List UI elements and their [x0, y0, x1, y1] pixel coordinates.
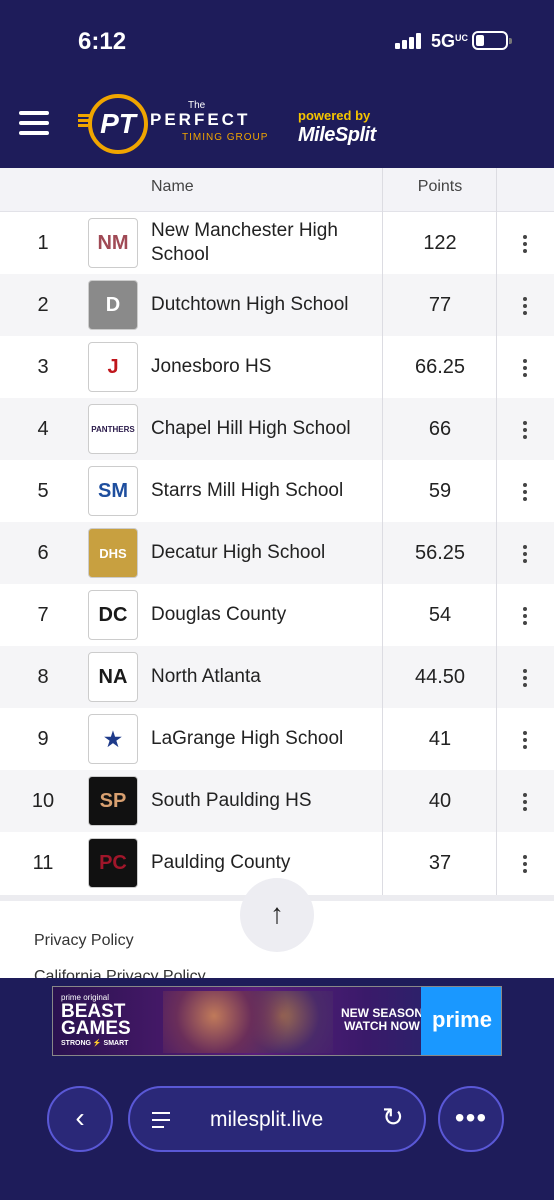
rank: 1: [37, 232, 49, 254]
table-row[interactable]: 6 DHS Decatur High School 56.25: [0, 522, 554, 584]
row-options-icon[interactable]: [515, 235, 535, 253]
team-logo-icon: J: [88, 342, 138, 392]
network-label: 5GUC: [431, 31, 469, 51]
team-logo-icon: PANTHERS: [88, 404, 138, 454]
battery-icon: [472, 31, 512, 50]
column-divider: [496, 168, 497, 895]
team-name[interactable]: Starrs Mill High School: [151, 460, 376, 522]
row-options-icon[interactable]: [515, 731, 535, 749]
table-row[interactable]: 10 SP South Paulding HS 40: [0, 770, 554, 832]
team-points: 66.25: [414, 356, 466, 378]
more-options-button[interactable]: •••: [438, 1086, 504, 1152]
team-points: 40: [428, 790, 452, 812]
pt-logo-mark: PT: [88, 94, 148, 154]
row-options-icon[interactable]: [515, 793, 535, 811]
rank: 2: [37, 294, 49, 316]
table-row[interactable]: 1 NM New Manchester High School 122: [0, 212, 554, 274]
row-options-icon[interactable]: [515, 297, 535, 315]
back-button[interactable]: ‹: [47, 1086, 113, 1152]
logo-perfect: PERFECT: [150, 110, 251, 129]
column-divider: [382, 168, 383, 895]
team-name[interactable]: Dutchtown High School: [151, 274, 376, 336]
rank: 4: [37, 418, 49, 440]
team-name[interactable]: Jonesboro HS: [151, 336, 376, 398]
rank: 8: [37, 666, 49, 688]
ad-image: [163, 991, 333, 1053]
column-header-name[interactable]: Name: [151, 178, 194, 196]
status-time: 6:12: [78, 28, 127, 55]
team-name[interactable]: Douglas County: [151, 584, 376, 646]
row-options-icon[interactable]: [515, 855, 535, 873]
team-points: 54: [428, 604, 452, 626]
table-row[interactable]: 4 PANTHERS Chapel Hill High School 66: [0, 398, 554, 460]
table-header: Name Points: [0, 168, 554, 212]
reload-icon[interactable]: ↻: [382, 1102, 404, 1133]
page-menu-icon[interactable]: [152, 1110, 172, 1130]
rank: 5: [37, 480, 49, 502]
team-logo-icon: SM: [88, 466, 138, 516]
team-name[interactable]: LaGrange High School: [151, 708, 376, 770]
row-options-icon[interactable]: [515, 483, 535, 501]
perfect-timing-group-logo[interactable]: PT The PERFECT TIMING GROUP: [78, 94, 278, 158]
rank: 3: [37, 356, 49, 378]
team-logo-icon: DC: [88, 590, 138, 640]
scroll-to-top-button[interactable]: ↑: [240, 878, 314, 952]
row-options-icon[interactable]: [515, 545, 535, 563]
team-name[interactable]: Chapel Hill High School: [151, 398, 376, 460]
privacy-policy-link[interactable]: Privacy Policy: [34, 932, 134, 950]
team-points: 59: [428, 480, 452, 502]
team-points: 122: [423, 232, 457, 254]
row-options-icon[interactable]: [515, 359, 535, 377]
ad-new-season: NEW SEASON WATCH NOW: [341, 1006, 424, 1033]
row-options-icon[interactable]: [515, 607, 535, 625]
team-logo-icon: DHS: [88, 528, 138, 578]
table-row[interactable]: 9 ★ LaGrange High School 41: [0, 708, 554, 770]
rank: 11: [32, 852, 54, 874]
table-row[interactable]: 3 J Jonesboro HS 66.25: [0, 336, 554, 398]
column-header-points[interactable]: Points: [383, 178, 497, 196]
team-logo-icon: NM: [88, 218, 138, 268]
logo-timing-group: TIMING GROUP: [182, 132, 269, 143]
team-logo-icon: ★: [88, 714, 138, 764]
milesplit-logo[interactable]: MileSplit: [298, 124, 376, 147]
ad-prime-logo: prime: [421, 987, 501, 1055]
signal-icon: [395, 33, 423, 49]
row-options-icon[interactable]: [515, 669, 535, 687]
team-logo-icon: NA: [88, 652, 138, 702]
team-points: 77: [428, 294, 452, 316]
browser-toolbar: ‹ milesplit.live ↻ •••: [0, 1066, 554, 1200]
team-points: 66: [428, 418, 452, 440]
rank: 9: [37, 728, 49, 750]
powered-by-label: powered by: [298, 108, 371, 123]
rank: 7: [37, 604, 49, 626]
ad-tagline: STRONG ⚡ SMART: [61, 1040, 129, 1047]
team-name[interactable]: South Paulding HS: [151, 770, 376, 832]
team-points: 37: [428, 852, 452, 874]
rank: 6: [37, 542, 49, 564]
row-options-icon[interactable]: [515, 421, 535, 439]
team-points: 41: [428, 728, 452, 750]
table-row[interactable]: 2 D Dutchtown High School 77: [0, 274, 554, 336]
menu-icon[interactable]: [19, 111, 49, 135]
url-text: milesplit.live: [210, 1108, 324, 1131]
team-points: 44.50: [414, 666, 466, 688]
team-name[interactable]: New Manchester High School: [151, 212, 376, 274]
site-header: PT The PERFECT TIMING GROUP powered by M…: [0, 80, 554, 168]
address-bar[interactable]: milesplit.live ↻: [128, 1086, 426, 1152]
team-name[interactable]: North Atlanta: [151, 646, 376, 708]
rank: 10: [31, 790, 55, 812]
table-row[interactable]: 7 DC Douglas County 54: [0, 584, 554, 646]
team-logo-icon: PC: [88, 838, 138, 888]
ad-beast-games: BEAST GAMES: [61, 1001, 131, 1039]
status-bar: 6:12 5GUC: [0, 0, 554, 80]
team-name[interactable]: Decatur High School: [151, 522, 376, 584]
team-logo-icon: D: [88, 280, 138, 330]
table-row[interactable]: 5 SM Starrs Mill High School 59: [0, 460, 554, 522]
california-privacy-link[interactable]: California Privacy Policy: [34, 968, 206, 978]
advertisement-banner[interactable]: prime original BEAST GAMES STRONG ⚡ SMAR…: [52, 986, 502, 1056]
team-logo-icon: SP: [88, 776, 138, 826]
table-row[interactable]: 8 NA North Atlanta 44.50: [0, 646, 554, 708]
team-points: 56.25: [414, 542, 466, 564]
team-scores-table: Name Points 1 NM New Manchester High Schoo…: [0, 168, 554, 978]
